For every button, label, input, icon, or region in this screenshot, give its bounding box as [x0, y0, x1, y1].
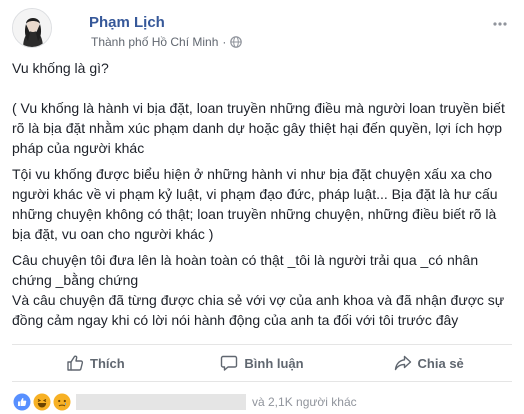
- thumbs-up-icon: [67, 355, 84, 371]
- post-content: Vu khống là gì? ( Vu khống là hành vi bị…: [12, 58, 508, 330]
- haha-reaction-icon[interactable]: [32, 392, 52, 412]
- post-meta: Thành phố Hồ Chí Minh ·: [91, 35, 243, 49]
- share-label: Chia sẻ: [417, 355, 464, 371]
- sad-reaction-icon[interactable]: [52, 392, 72, 412]
- post-paragraph: ( Vu khống là hành vi bịa đặt, loan truy…: [12, 100, 509, 156]
- post-actions: Thích Bình luận Chia sẻ: [12, 344, 512, 382]
- post-paragraph: Câu chuyện tôi đưa lên là hoàn toàn có t…: [12, 252, 483, 288]
- post-header: Phạm Lịch Thành phố Hồ Chí Minh ·: [12, 8, 512, 54]
- comment-label: Bình luận: [244, 355, 304, 371]
- globe-icon[interactable]: [230, 36, 243, 48]
- more-options-icon[interactable]: [492, 16, 508, 32]
- post-paragraph: Và câu chuyện đã từng được chia sẻ với v…: [12, 292, 509, 328]
- reaction-summary[interactable]: và 2,1K người khác: [12, 390, 512, 414]
- reaction-count[interactable]: và 2,1K người khác: [252, 395, 357, 409]
- location-link[interactable]: Thành phố Hồ Chí Minh: [91, 35, 218, 49]
- post-paragraph: Vu khống là gì?: [12, 60, 109, 76]
- like-button[interactable]: Thích: [12, 345, 179, 381]
- comment-icon: [221, 355, 238, 371]
- like-reaction-icon[interactable]: [12, 392, 32, 412]
- comment-button[interactable]: Bình luận: [179, 345, 346, 381]
- post-paragraph: Tội vu khống được biểu hiện ở những hành…: [12, 166, 502, 242]
- author-name[interactable]: Phạm Lịch: [89, 14, 165, 31]
- like-label: Thích: [90, 355, 125, 371]
- post-card: Phạm Lịch Thành phố Hồ Chí Minh · Vu khố…: [0, 0, 524, 414]
- blurred-reactor-names: [76, 394, 246, 410]
- meta-separator: ·: [222, 35, 227, 49]
- share-icon: [394, 355, 411, 371]
- author-avatar[interactable]: [12, 8, 52, 48]
- avatar-image: [13, 9, 51, 47]
- share-button[interactable]: Chia sẻ: [345, 345, 512, 381]
